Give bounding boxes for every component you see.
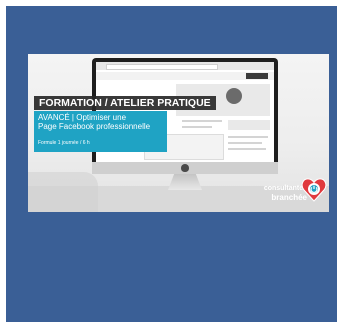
browser-url-field [106, 64, 218, 70]
duration-text: Formule 1 journée / 6 h [38, 140, 90, 146]
subtitle-box: AVANCÉ | Optimiser une Page Facebook pro… [34, 111, 167, 152]
screen-text-line [228, 148, 266, 150]
logo-text-line-2: branchée [271, 193, 307, 202]
keyboard-silhouette [28, 172, 98, 212]
subtitle-line-2: Page Facebook professionnelle [38, 122, 151, 131]
banner-title: FORMATION / ATELIER PRATIQUE [34, 96, 216, 110]
screen-side-box [228, 120, 270, 130]
apple-logo-icon [181, 164, 189, 172]
screen-text-line [228, 142, 262, 144]
subtitle-line-1: AVANCÉ | Optimiser une [38, 113, 127, 122]
screen-text-line [182, 120, 222, 122]
screen-text-line [228, 136, 268, 138]
brand-logo: consultantes branchée [251, 177, 327, 211]
screen-plant-graphic [226, 88, 242, 104]
screen-text-line [182, 126, 212, 128]
heart-power-icon [301, 178, 327, 202]
monitor-stand [168, 174, 202, 190]
screen-button [246, 73, 268, 79]
monitor-chin [92, 162, 278, 174]
logo-text-line-1: consultantes [263, 185, 307, 192]
course-banner-image[interactable]: FORMATION / ATELIER PRATIQUE AVANCÉ | Op… [28, 54, 329, 212]
card-frame: FORMATION / ATELIER PRATIQUE AVANCÉ | Op… [6, 6, 337, 322]
